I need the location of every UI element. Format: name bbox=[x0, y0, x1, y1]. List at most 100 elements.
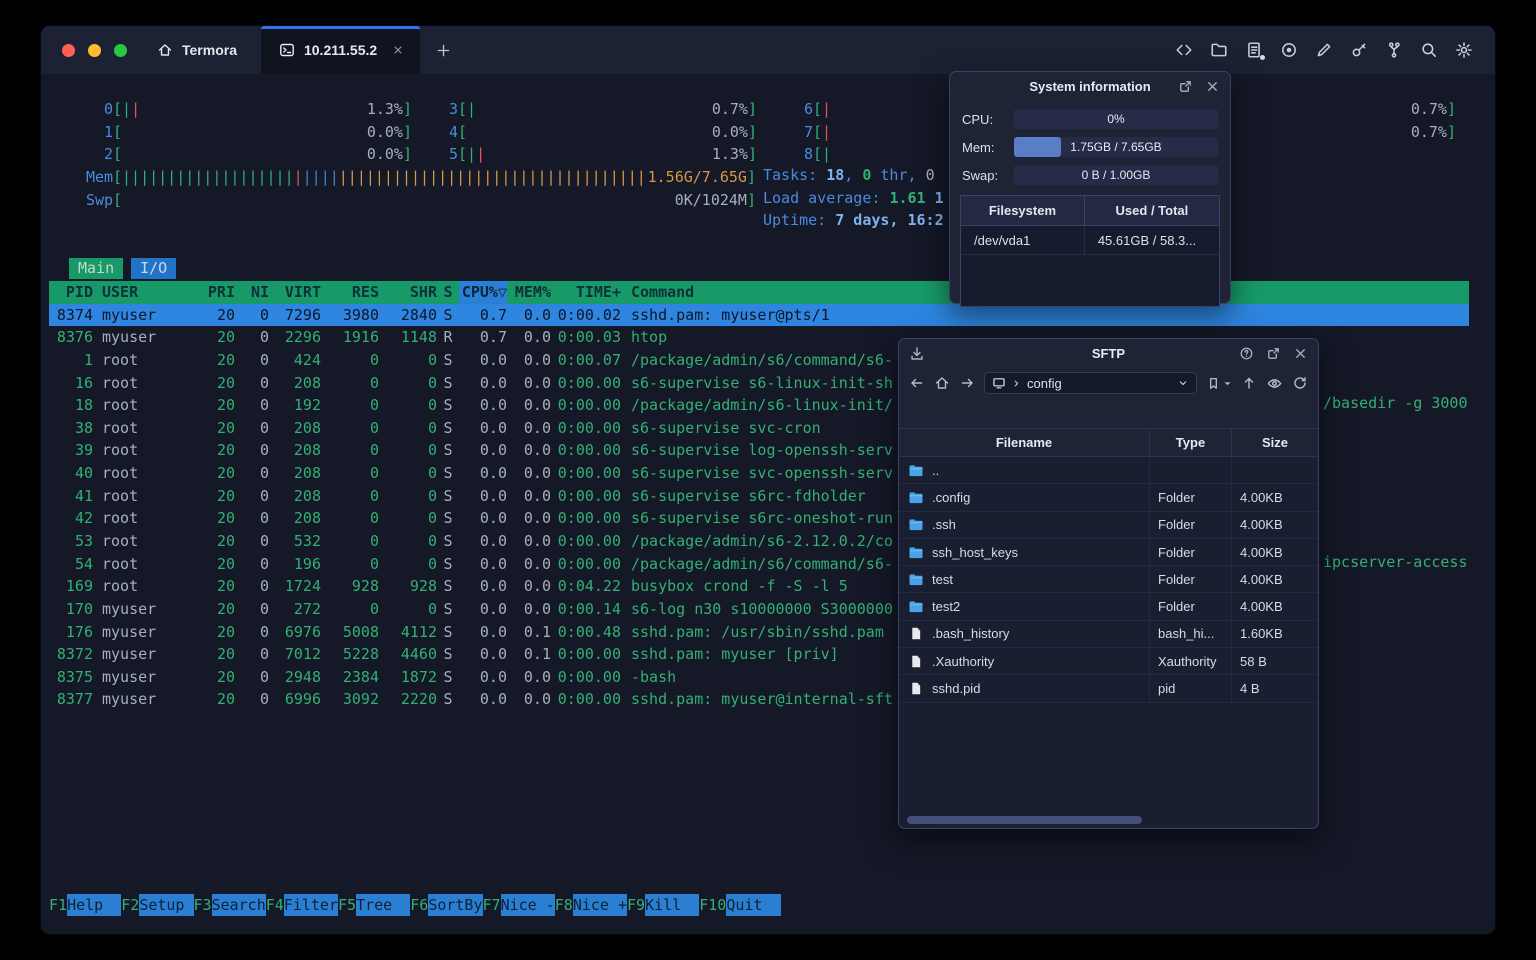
meter-bars bbox=[122, 143, 367, 165]
column-time[interactable]: TIME+ bbox=[551, 281, 621, 304]
function-key[interactable]: F1 Help bbox=[49, 894, 122, 916]
filesystem-row: /dev/vda1 45.61GB / 58.3... bbox=[961, 226, 1219, 255]
column-filename[interactable]: Filename bbox=[899, 429, 1150, 456]
cpu-meter: 1[0.0%] bbox=[103, 121, 412, 143]
htop-tab[interactable]: I/O bbox=[131, 258, 177, 279]
code-snippets-button[interactable] bbox=[1175, 41, 1193, 59]
parent-directory-button[interactable] bbox=[1241, 375, 1257, 391]
settings-button[interactable] bbox=[1455, 41, 1473, 59]
session-tab-label: 10.211.55.2 bbox=[303, 42, 378, 58]
file-row[interactable]: .. bbox=[899, 457, 1318, 485]
record-button[interactable] bbox=[1280, 41, 1298, 59]
file-row[interactable]: .Xauthority Xauthority 58 B bbox=[899, 648, 1318, 676]
download-icon bbox=[911, 346, 923, 360]
transfers-button[interactable] bbox=[909, 346, 925, 362]
column-size[interactable]: Size bbox=[1232, 429, 1318, 456]
back-button[interactable] bbox=[909, 375, 925, 391]
close-icon bbox=[394, 46, 402, 54]
open-in-window-button[interactable] bbox=[1178, 79, 1193, 94]
filesystem-table-header: Filesystem Used / Total bbox=[961, 196, 1219, 226]
cpu-meter: 2[0.0%] bbox=[103, 143, 412, 165]
column-virt[interactable]: VIRT bbox=[269, 281, 321, 304]
column-pri[interactable]: PRI bbox=[197, 281, 235, 304]
column-type[interactable]: Type bbox=[1150, 429, 1232, 456]
port-forwarding-button[interactable] bbox=[1385, 41, 1403, 59]
log-button[interactable] bbox=[1245, 41, 1265, 60]
column-state[interactable]: S bbox=[437, 281, 459, 304]
column-mem[interactable]: MEM% bbox=[507, 281, 551, 304]
htop-tab[interactable]: Main bbox=[69, 258, 124, 279]
meter-bars bbox=[122, 121, 367, 143]
folder-icon bbox=[1211, 43, 1227, 57]
memory-usage-row: Mem: 1.75GB / 7.65GB bbox=[950, 137, 1230, 157]
file-row[interactable]: ssh_host_keys Folder 4.00KB bbox=[899, 538, 1318, 567]
bookmark-button[interactable] bbox=[1206, 376, 1232, 391]
folder-icon bbox=[909, 492, 923, 504]
search-icon bbox=[1422, 43, 1436, 57]
edit-button[interactable] bbox=[1315, 41, 1333, 59]
record-icon bbox=[1282, 43, 1296, 57]
zoom-window-button[interactable] bbox=[114, 43, 127, 57]
help-button[interactable] bbox=[1239, 346, 1254, 361]
minimize-window-button[interactable] bbox=[88, 43, 101, 57]
search-button[interactable] bbox=[1420, 41, 1438, 59]
column-shr[interactable]: SHR bbox=[379, 281, 437, 304]
command-overflow-fragment: /basedir -g 3000 bbox=[1323, 394, 1468, 413]
home-button[interactable] bbox=[934, 375, 950, 391]
refresh-button[interactable] bbox=[1292, 375, 1308, 391]
process-row[interactable]: 8374 myuser 20 0 7296 3980 2840 S 0.7 0.… bbox=[49, 303, 1469, 327]
meter-bars bbox=[467, 121, 712, 143]
tasks-line: Tasks: 18, 0 thr, 0 bbox=[763, 166, 935, 184]
file-row[interactable]: .config Folder 4.00KB bbox=[899, 484, 1318, 512]
bookmark-icon bbox=[1210, 377, 1217, 389]
function-key[interactable]: F2 Setup bbox=[121, 894, 194, 916]
folder-icon bbox=[909, 601, 923, 613]
forward-button[interactable] bbox=[959, 375, 975, 391]
tab-termora-home[interactable]: Termora bbox=[149, 26, 261, 74]
column-res[interactable]: RES bbox=[321, 281, 379, 304]
open-in-window-button[interactable] bbox=[1266, 346, 1281, 361]
horizontal-scrollbar[interactable] bbox=[907, 816, 1142, 824]
file-table-header: Filename Type Size bbox=[899, 428, 1318, 457]
function-key[interactable]: F10 Quit bbox=[699, 894, 781, 916]
file-row[interactable]: sshd.pid pid 4 B bbox=[899, 675, 1318, 703]
close-panel-button[interactable] bbox=[1205, 79, 1220, 94]
sftp-toolbar: config bbox=[899, 368, 1318, 398]
cpu-usage-row: CPU: 0% bbox=[950, 109, 1230, 129]
eye-icon bbox=[1267, 378, 1282, 388]
cpu-meter: 5[|| 1.3%] bbox=[448, 145, 757, 164]
function-key[interactable]: F8 Nice + bbox=[555, 894, 627, 916]
column-ni[interactable]: NI bbox=[235, 281, 269, 304]
home-tab-label: Termora bbox=[182, 42, 237, 58]
tab-session[interactable]: 10.211.55.2 bbox=[260, 26, 421, 74]
file-row[interactable]: .ssh Folder 4.00KB bbox=[899, 511, 1318, 539]
cpu-usage-bar: 0% bbox=[1014, 109, 1218, 129]
uptime-line: Uptime: 7 days, 16:2 bbox=[763, 211, 944, 230]
function-key[interactable]: F6 SortBy bbox=[410, 894, 483, 916]
close-tab-button[interactable] bbox=[392, 44, 404, 56]
function-key[interactable]: F9 Kill bbox=[627, 894, 700, 916]
close-panel-button[interactable] bbox=[1293, 346, 1308, 361]
sftp-panel: SFTP config Filename Type Size .. .confi… bbox=[898, 338, 1319, 829]
git-branch-icon bbox=[1388, 42, 1400, 58]
column-pid[interactable]: PID bbox=[49, 281, 93, 304]
path-breadcrumb[interactable]: config bbox=[984, 372, 1197, 394]
keys-button[interactable] bbox=[1350, 41, 1368, 59]
new-tab-button[interactable] bbox=[420, 26, 467, 74]
meter-bars bbox=[122, 189, 675, 211]
refresh-icon bbox=[1294, 377, 1306, 389]
show-hidden-files-button[interactable] bbox=[1266, 375, 1283, 392]
column-cpu-sort[interactable]: CPU%▽ bbox=[459, 281, 507, 304]
close-window-button[interactable] bbox=[62, 43, 75, 57]
file-row[interactable]: .bash_history bash_hi... 1.60KB bbox=[899, 620, 1318, 649]
open-in-new-icon bbox=[1268, 348, 1279, 359]
folder-button[interactable] bbox=[1210, 41, 1228, 59]
function-key[interactable]: F4 Filter bbox=[266, 894, 338, 916]
function-key[interactable]: F5 Tree bbox=[338, 894, 411, 916]
file-row[interactable]: test2 Folder 4.00KB bbox=[899, 593, 1318, 621]
column-user[interactable]: USER bbox=[93, 281, 197, 304]
key-icon bbox=[1352, 43, 1366, 57]
function-key[interactable]: F7 Nice - bbox=[483, 894, 555, 916]
function-key[interactable]: F3 Search bbox=[194, 894, 266, 916]
file-row[interactable]: test Folder 4.00KB bbox=[899, 566, 1318, 594]
